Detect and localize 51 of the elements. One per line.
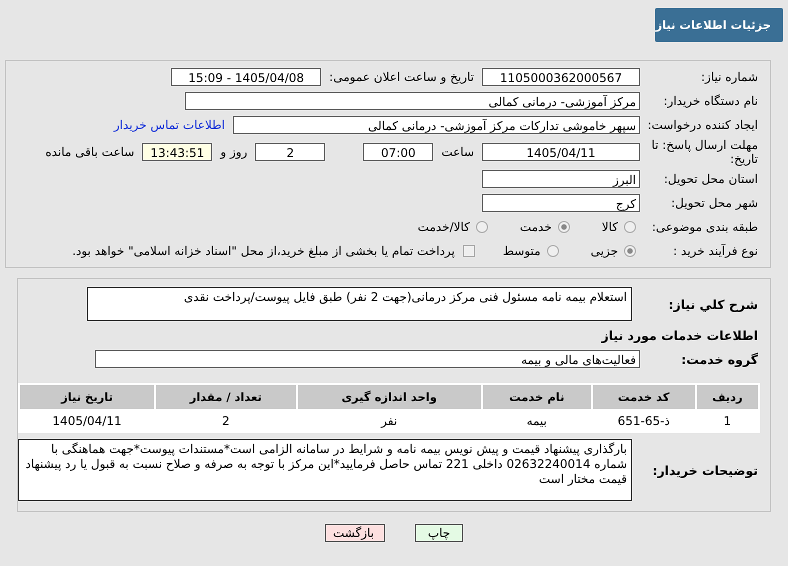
buyer-field: مرکز آموزشی- درمانی کمالی [185,92,640,110]
section-heading: اطلاعات خدمات مورد نیاز [602,328,759,342]
radio-button[interactable] [476,221,488,233]
need-number-field: 1105000362000567 [482,68,640,86]
radio-label: کالا/خدمت [418,220,470,234]
field-label: نام دستگاه خریدار: [662,94,759,108]
announce-date-field: 1405/04/08 - 15:09 [171,68,322,86]
field-label: نوع فرآیند خرید : [672,244,759,258]
column-header: واحد اندازه گیری [298,385,481,409]
radio-label: کالا [602,220,618,234]
checkbox-label: پرداخت تمام یا بخشی از مبلغ خرید،از محل "اسناد خزانه اسلامی" خواهد بود. [72,244,455,258]
radio-label: جزیی [590,244,618,258]
field-label: استان محل تحویل: [662,172,759,186]
service-group-field: فعالیت‌های مالی و بیمه [95,350,640,368]
field-label: گروه خدمت: [680,352,759,366]
column-header: ردیف [696,385,758,409]
remaining-time-field: 13:43:51 [142,143,212,161]
field-label: شماره نیاز: [700,70,759,84]
radio-button[interactable] [624,221,636,233]
deadline-date-field: 1405/04/11 [482,143,640,161]
column-header: تعداد / مقدار [156,385,296,409]
days-label: روز و [220,145,248,159]
days-field: 2 [255,143,326,161]
checkbox[interactable] [462,245,475,257]
field-label: شرح کلي نیاز: [668,296,759,312]
back-button[interactable]: بازگشت [325,524,385,542]
remaining-label: ساعت باقی مانده [45,145,134,159]
print-button[interactable]: چاپ [415,524,463,542]
deadline-time-field: 07:00 [363,143,434,161]
field-label: تاریخ و ساعت اعلان عمومی: [329,70,474,84]
field-label: ایجاد کننده درخواست: [646,118,759,132]
field-label: مهلت ارسال پاسخ: تا تاریخ: [650,138,759,166]
page-title: جزئیات اطلاعات نیاز [655,8,783,42]
radio-button[interactable] [624,245,636,257]
radio-label: متوسط [502,244,541,258]
column-header: نام خدمت [482,385,591,409]
time-label: ساعت [441,145,474,159]
notes-textarea[interactable]: بارگذاری پیشنهاد قیمت و پیش نویس بیمه نامه و شرایط در سامانه الزامی است*مستندات پیوست*جهت هماهنگی با شماره 02632240014 داخلی 221 تماس حاصل فرمایید*این مرکز با توجه به صرفه و صلاح نسبت به قبول یا رد پیشنهاد قیمت مختار است [18,439,632,501]
city-field: کرج [482,194,640,212]
radio-button[interactable] [558,221,570,233]
province-field: البرز [482,170,640,188]
radio-label: خدمت [520,220,552,234]
radio-button[interactable] [546,245,559,257]
creator-field: سپهر خاموشی تدارکات مرکز آموزشی- درمانی کمالی [233,116,640,134]
summary-textarea[interactable]: استعلام بیمه نامه مسئول فنی مرکز درمانی(جهت 2 نفر) طبق فایل پیوست/پرداخت نقدی [87,287,632,321]
contact-link[interactable]: اطلاعات تماس خریدار [114,118,225,132]
column-header: کد خدمت [592,385,695,409]
field-label: توضیحات خریدار: [651,462,759,478]
field-label: طبقه بندی موضوعی: [650,220,759,234]
field-label: شهر محل تحویل: [670,196,759,210]
column-header: تاریخ نیاز [20,385,154,409]
